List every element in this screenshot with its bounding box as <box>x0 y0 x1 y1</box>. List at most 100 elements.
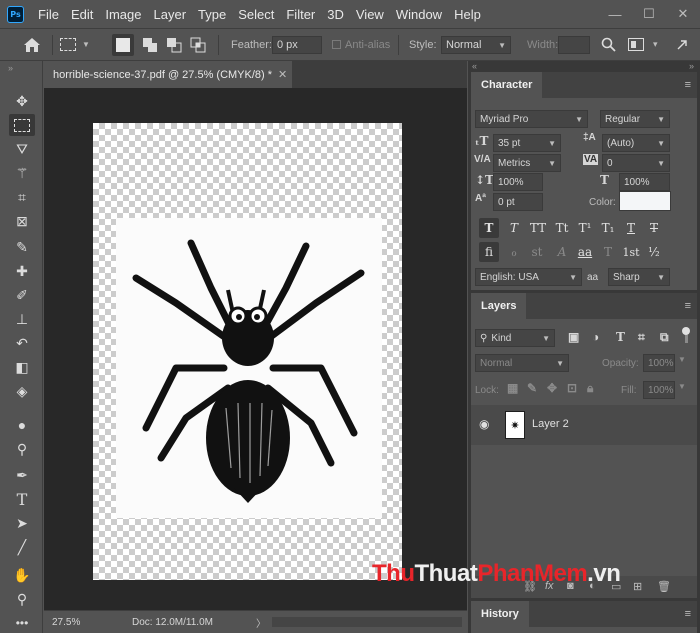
lock-artboard-icon[interactable]: ⊡ <box>567 381 577 395</box>
document-canvas[interactable] <box>93 123 402 580</box>
type-tool[interactable]: T <box>9 488 35 510</box>
lock-all-icon[interactable]: 🔒︎ <box>587 381 593 396</box>
horizontal-scale-input[interactable]: 100% <box>619 173 670 191</box>
dodge-tool[interactable]: ⚲ <box>9 438 35 460</box>
layer-row[interactable]: ◉ ✷ Layer 2 <box>471 405 697 445</box>
panel-menu-icon[interactable]: ≡ <box>685 300 691 312</box>
font-style-select[interactable]: Regular ▼ <box>600 110 670 128</box>
menu-file[interactable]: File <box>32 7 65 22</box>
fractions-button[interactable]: ½ <box>644 242 664 262</box>
font-size-select[interactable]: 35 pt ▼ <box>493 134 561 152</box>
frame-tool[interactable]: ⊠ <box>9 210 35 232</box>
ordinals-button[interactable]: 1st <box>619 242 643 262</box>
filter-adjustment-icon[interactable]: ◑ <box>592 330 599 344</box>
line-tool[interactable]: ╱ <box>9 536 35 558</box>
old-style-button[interactable]: ℴ <box>504 242 524 262</box>
close-icon[interactable]: ✕ <box>278 68 287 81</box>
stylistic-alternates-button[interactable]: aa <box>575 242 595 262</box>
discretionary-ligatures-button[interactable]: st <box>527 242 547 262</box>
visibility-eye-icon[interactable]: ◉ <box>479 417 489 431</box>
filter-image-icon[interactable]: ▣ <box>568 330 579 344</box>
filter-type-icon[interactable]: T <box>616 330 625 344</box>
hand-tool[interactable]: ✋ <box>9 564 35 586</box>
menu-filter[interactable]: Filter <box>280 7 321 22</box>
eraser-tool[interactable]: ◧ <box>9 356 35 378</box>
ligatures-button[interactable]: fi <box>479 242 499 262</box>
chevron-down-icon[interactable]: ▼ <box>678 355 686 364</box>
path-selection-tool[interactable]: ➤ <box>9 512 35 534</box>
small-caps-button[interactable]: Tt <box>552 218 572 238</box>
feather-input[interactable]: 0 px <box>272 36 322 54</box>
maximize-button[interactable]: ☐ <box>632 6 666 22</box>
layers-tab[interactable]: Layers <box>471 293 527 319</box>
leading-select[interactable]: (Auto) ▼ <box>602 134 670 152</box>
lasso-tool[interactable]: ⛛ <box>9 138 35 160</box>
underline-button[interactable]: T <box>621 218 641 238</box>
trash-icon[interactable]: 🗑︎ <box>657 580 671 593</box>
close-window-button[interactable]: ✕ <box>666 6 700 22</box>
canvas-area[interactable] <box>44 88 467 610</box>
language-select[interactable]: English: USA ▼ <box>475 268 582 286</box>
titling-alternates-button[interactable]: T <box>598 242 618 262</box>
eyedropper-tool[interactable]: ✎ <box>9 236 35 258</box>
vertical-scale-input[interactable]: 100% <box>493 173 543 191</box>
superscript-button[interactable]: T¹ <box>575 218 595 238</box>
faux-italic-button[interactable]: T <box>504 218 524 238</box>
panel-menu-icon[interactable]: ≡ <box>685 79 691 91</box>
lock-position-icon[interactable]: ✥ <box>547 381 557 395</box>
tracking-select[interactable]: 0 ▼ <box>602 154 670 172</box>
character-tab[interactable]: Character <box>471 72 543 98</box>
chevron-down-icon[interactable]: ▾ <box>653 29 658 60</box>
brush-tool[interactable]: ✐ <box>9 284 35 306</box>
add-to-selection-button[interactable] <box>139 29 161 60</box>
panel-menu-icon[interactable]: ≡ <box>685 608 691 620</box>
pen-tool[interactable]: ✒ <box>9 464 35 486</box>
horizontal-scrollbar[interactable] <box>272 617 462 627</box>
menu-window[interactable]: Window <box>390 7 448 22</box>
more-tools[interactable]: ••• <box>9 612 35 633</box>
new-layer-icon[interactable]: ⊞ <box>633 580 642 593</box>
fill-input[interactable]: 100% <box>643 381 675 399</box>
zoom-tool[interactable]: ⚲ <box>9 588 35 610</box>
menu-layer[interactable]: Layer <box>148 7 193 22</box>
intersect-selection-button[interactable] <box>187 29 209 60</box>
expand-icon[interactable]: » <box>689 61 694 71</box>
menu-select[interactable]: Select <box>232 7 280 22</box>
menu-edit[interactable]: Edit <box>65 7 99 22</box>
filter-toggle[interactable] <box>682 327 690 345</box>
swash-button[interactable]: A <box>552 242 572 262</box>
chevron-right-icon[interactable]: 〉 <box>256 615 266 630</box>
healing-brush-tool[interactable]: ✚ <box>9 260 35 282</box>
font-family-select[interactable]: Myriad Pro ▼ <box>475 110 588 128</box>
style-select[interactable]: Normal ▼ <box>441 36 511 54</box>
collapse-icon[interactable]: » <box>8 63 13 73</box>
lock-transparent-icon[interactable]: ▦ <box>507 381 518 395</box>
crop-tool[interactable]: ⌗ <box>9 186 35 208</box>
subscript-button[interactable]: T₁ <box>598 218 618 238</box>
layer-filter-select[interactable]: ⚲ Kind ▼ <box>475 329 555 347</box>
clone-stamp-tool[interactable]: ⊥ <box>9 308 35 330</box>
paint-bucket-tool[interactable]: ◈ <box>9 380 35 402</box>
anti-alias-checkbox[interactable]: Anti-alias <box>332 29 390 60</box>
collapse-icon[interactable]: « <box>472 61 477 71</box>
filter-smart-object-icon[interactable]: ⧉ <box>660 330 669 345</box>
text-color-swatch[interactable] <box>619 191 671 211</box>
minimize-button[interactable]: — <box>598 7 632 22</box>
history-tab[interactable]: History <box>471 601 529 627</box>
baseline-shift-input[interactable]: 0 pt <box>493 193 543 211</box>
all-caps-button[interactable]: TT <box>527 218 549 238</box>
search-button[interactable] <box>598 29 618 60</box>
share-button[interactable] <box>672 29 692 60</box>
anti-alias-select[interactable]: Sharp ▼ <box>608 268 670 286</box>
history-brush-tool[interactable]: ↶ <box>9 332 35 354</box>
blend-mode-select[interactable]: Normal ▼ <box>475 354 569 372</box>
menu-3d[interactable]: 3D <box>321 7 350 22</box>
lock-pixels-icon[interactable]: ✎ <box>527 381 537 395</box>
blur-tool[interactable]: ● <box>9 414 35 436</box>
magic-wand-tool[interactable]: ⚚ <box>9 162 35 184</box>
opacity-input[interactable]: 100% <box>643 354 675 372</box>
menu-type[interactable]: Type <box>192 7 232 22</box>
faux-bold-button[interactable]: T <box>479 218 499 238</box>
menu-image[interactable]: Image <box>99 7 147 22</box>
width-input[interactable] <box>558 36 590 54</box>
